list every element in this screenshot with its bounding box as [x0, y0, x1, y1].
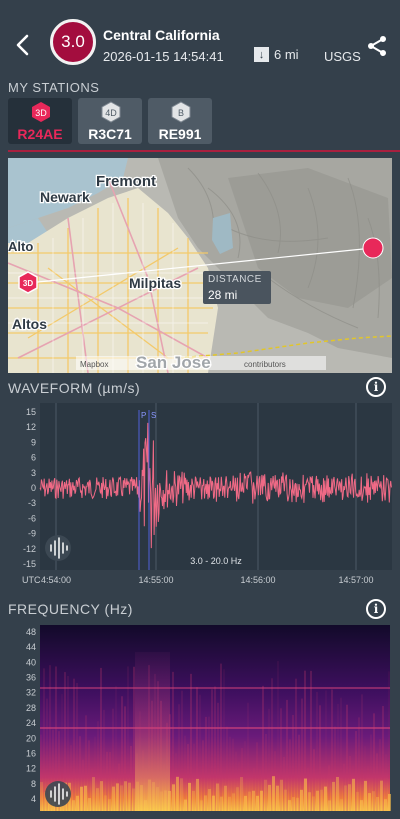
- station-id: R24AE: [17, 126, 63, 142]
- frequency-y-tick: 24: [26, 718, 36, 728]
- map-canvas: Fremont Newark Alto Milpitas Altos San J…: [8, 158, 392, 373]
- chevron-left-icon[interactable]: [12, 32, 34, 58]
- spectrogram-chart: 48 44 40 36 32 28 24 20 16 12 8 4: [26, 625, 391, 811]
- hexagon-icon: B: [171, 101, 191, 123]
- hexagon-icon: 3D: [32, 102, 50, 122]
- frequency-y-tick: 40: [26, 657, 36, 667]
- frequency-y-tick: 28: [26, 703, 36, 713]
- waveform-y-tick: 12: [26, 422, 36, 432]
- waveform-chart: 15 12 9 6 3 0 -3 -6 -9 -12 -15 4:54:00 14:55:00 14:56…: [22, 403, 392, 585]
- waveform-y-tick: 15: [26, 407, 36, 417]
- waveform-y-tick: -3: [28, 498, 36, 508]
- frequency-y-tick: 44: [26, 642, 36, 652]
- station-tab-re991[interactable]: B RE991: [148, 98, 212, 144]
- map-label: Altos: [12, 316, 47, 332]
- frequency-y-tick: 32: [26, 688, 36, 698]
- frequency-y-tick: 4: [31, 794, 36, 804]
- waveform-y-tick: 9: [31, 437, 36, 447]
- header: 3.0 Central California 2026-01-15 14:54:…: [0, 0, 400, 77]
- station-tab-r3c71[interactable]: 4D R3C71: [78, 98, 142, 144]
- waveform-y-tick: 6: [31, 453, 36, 463]
- s-phase-label: S: [151, 411, 156, 420]
- frequency-y-tick: 48: [26, 627, 36, 637]
- waveform-x-tick: 14:56:00: [240, 575, 275, 585]
- map-view[interactable]: Fremont Newark Alto Milpitas Altos San J…: [8, 158, 392, 373]
- map-label: Newark: [40, 189, 90, 205]
- section-divider: [8, 150, 400, 152]
- info-icon[interactable]: i: [366, 599, 386, 619]
- epicenter-marker: [362, 237, 384, 259]
- magnitude-badge: 3.0: [50, 19, 96, 65]
- waveform-y-tick: -12: [23, 544, 36, 554]
- map-attribution: contributors: [244, 360, 286, 369]
- distance-label: DISTANCE: [208, 274, 262, 285]
- arrow-down-icon: ↓: [254, 47, 269, 62]
- waveform-y-tick: -6: [28, 513, 36, 523]
- share-icon[interactable]: [366, 35, 388, 57]
- station-type: 4D: [105, 108, 117, 118]
- hexagon-icon: 4D: [101, 101, 121, 123]
- map-attribution: Mapbox: [80, 360, 108, 369]
- depth-value: 6 mi: [274, 47, 299, 62]
- frequency-label: FREQUENCY (Hz): [8, 601, 133, 617]
- p-phase-label: P: [141, 411, 146, 420]
- station-tab-r24ae[interactable]: 3D R24AE: [8, 98, 72, 144]
- waveform-x-tick: 14:57:00: [338, 575, 373, 585]
- waveform-y-tick: -15: [23, 559, 36, 569]
- waveform-label: WAVEFORM (µm/s): [8, 380, 141, 396]
- distance-value: 28 mi: [208, 288, 238, 302]
- map-label: Alto: [8, 239, 33, 254]
- station-type: B: [178, 108, 184, 118]
- frequency-y-tick: 8: [31, 779, 36, 789]
- station-id: R3C71: [88, 126, 132, 142]
- waveform-x-tick: 4:54:00: [41, 575, 71, 585]
- info-icon[interactable]: i: [366, 377, 386, 397]
- frequency-y-tick: 12: [26, 764, 36, 774]
- audio-wave-icon[interactable]: [45, 535, 71, 561]
- waveform-y-tick: 0: [31, 483, 36, 493]
- audio-wave-icon[interactable]: [45, 781, 71, 807]
- event-datetime: 2026-01-15 14:54:41: [103, 49, 224, 64]
- utc-label: UTC: [22, 575, 41, 585]
- frequency-y-tick: 20: [26, 733, 36, 743]
- frequency-y-tick: 16: [26, 748, 36, 758]
- depth-info: ↓ 6 mi: [254, 47, 299, 62]
- station-id: RE991: [158, 126, 202, 142]
- event-title: Central California: [103, 27, 220, 43]
- event-source: USGS: [324, 49, 361, 64]
- station-type: 3D: [35, 108, 47, 118]
- map-label: Milpitas: [129, 275, 181, 291]
- waveform-y-tick: 3: [31, 468, 36, 478]
- waveform-x-tick: 14:55:00: [138, 575, 173, 585]
- distance-callout: DISTANCE 28 mi: [203, 271, 271, 304]
- waveform-y-tick: -9: [28, 529, 36, 539]
- filter-label: 3.0 - 20.0 Hz: [190, 556, 242, 566]
- station-marker-label: 3D: [23, 279, 33, 288]
- frequency-y-tick: 36: [26, 673, 36, 683]
- map-label: Fremont: [96, 173, 156, 190]
- station-tabs: 3D R24AE 4D R3C71 B RE991: [0, 96, 400, 148]
- stations-section-label: MY STATIONS: [8, 80, 100, 95]
